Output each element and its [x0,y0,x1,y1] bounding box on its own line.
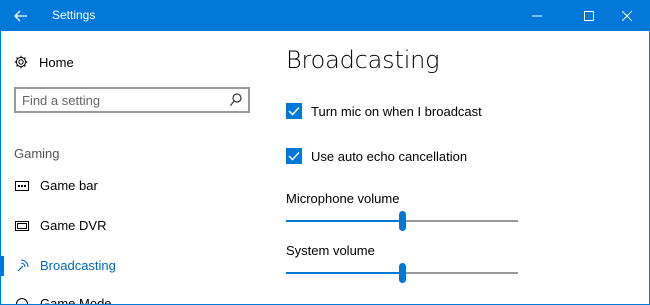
echo-cancellation-checkbox[interactable] [286,148,302,164]
section-label-gaming: Gaming [14,146,60,161]
game-bar-icon [14,178,30,194]
sidebar-item-game-bar[interactable]: Game bar [0,175,262,197]
home-label: Home [39,54,74,70]
broadcasting-icon [14,258,30,274]
window-border [0,0,1,305]
page-title: Broadcasting [286,46,440,74]
window-title: Settings [52,8,96,22]
minimize-icon [532,15,542,16]
maximize-icon [584,10,594,21]
home-nav-item[interactable]: Home [14,52,74,72]
checkbox-label: Use auto echo cancellation [311,148,468,164]
sidebar-item-broadcasting[interactable]: Broadcasting [0,255,262,277]
mic-on-checkbox[interactable] [286,103,302,119]
slider-thumb[interactable] [399,263,406,283]
close-button[interactable] [604,0,650,31]
sidebar-item-label: Broadcasting [40,258,116,273]
microphone-volume-slider[interactable] [286,209,518,233]
microphone-volume-label: Microphone volume [286,191,400,206]
checkbox-label: Turn mic on when I broadcast [311,103,482,119]
gear-icon [14,55,28,69]
search-icon[interactable] [229,92,243,108]
settings-window: Settings Home Find a setting Gaming Game… [0,0,650,305]
back-arrow-icon [14,10,27,21]
game-dvr-icon [14,218,30,234]
sidebar-item-label: Game bar [40,178,98,193]
echo-cancellation-checkbox-row[interactable]: Use auto echo cancellation [286,147,467,165]
title-bar: Settings [0,0,650,31]
mic-on-checkbox-row[interactable]: Turn mic on when I broadcast [286,102,482,120]
system-volume-slider[interactable] [286,261,518,285]
slider-thumb[interactable] [399,211,406,231]
system-volume-label: System volume [286,243,375,258]
slider-fill [286,272,402,274]
minimize-button[interactable] [514,0,560,31]
back-button[interactable] [0,0,42,31]
sidebar-item-game-dvr[interactable]: Game DVR [0,215,262,237]
sidebar-item-label: Game DVR [40,218,107,233]
search-input[interactable] [22,91,222,109]
slider-fill [286,220,402,222]
search-box[interactable] [14,87,250,113]
check-icon [288,106,300,116]
close-icon [622,10,632,21]
check-icon [288,151,300,161]
